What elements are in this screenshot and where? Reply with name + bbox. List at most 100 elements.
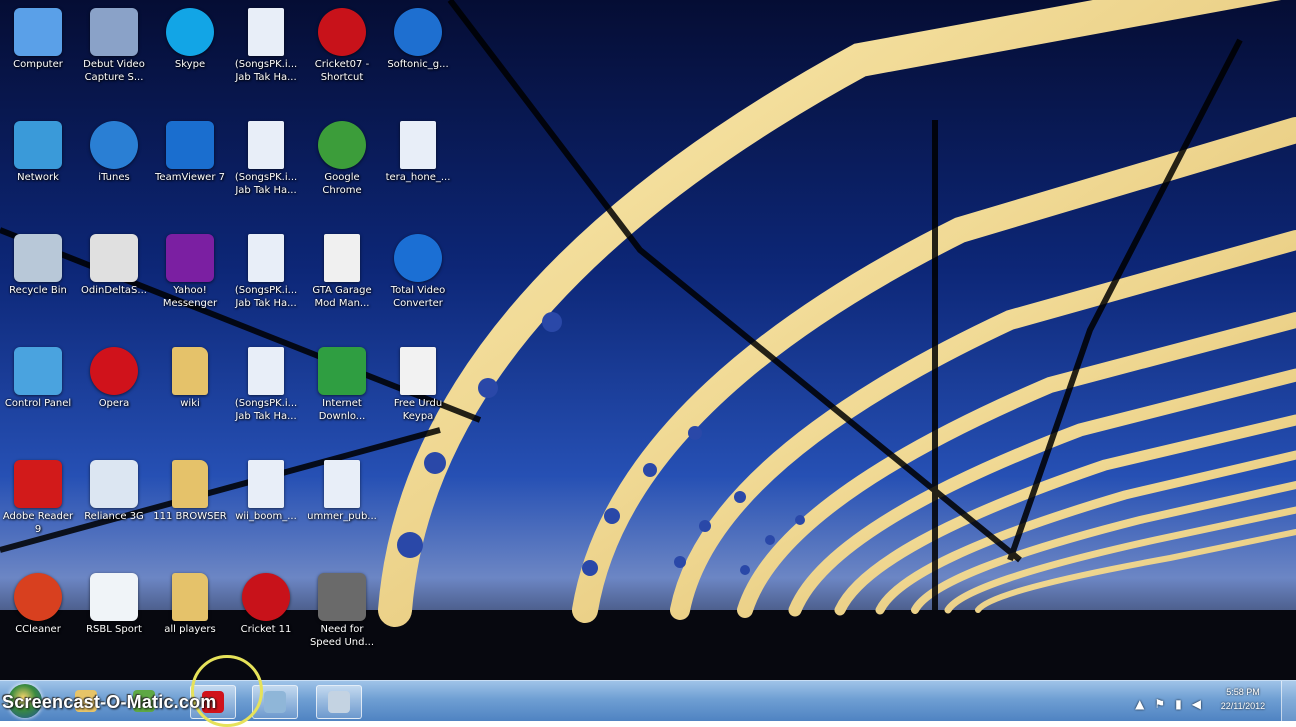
desktop-icon[interactable]: CCleaner xyxy=(0,567,76,675)
desktop-icon-label: iTunes xyxy=(98,172,130,183)
computer-icon xyxy=(14,8,62,56)
teamviewer-icon xyxy=(166,121,214,169)
desktop-icon-label: Internet Downlo... xyxy=(318,398,366,422)
songspk-file-icon xyxy=(248,121,284,169)
adobe-reader-icon xyxy=(14,460,62,508)
desktop-icon[interactable]: Softonic_g... xyxy=(380,2,456,110)
media-file-icon xyxy=(400,121,436,169)
desktop-icon[interactable]: 111 BROWSER xyxy=(152,454,228,562)
desktop-icon-label: (SongsPK.i... Jab Tak Ha... xyxy=(234,172,298,196)
folder-icon xyxy=(172,573,208,621)
desktop-icon-label: (SongsPK.i... Jab Tak Ha... xyxy=(234,398,298,422)
desktop-icon-label: 111 BROWSER xyxy=(153,511,227,522)
show-desktop-button[interactable] xyxy=(1281,681,1296,721)
desktop-icon-label: Cricket 11 xyxy=(240,624,292,635)
desktop-icon[interactable]: Control Panel xyxy=(0,341,76,449)
desktop-icon-label: Network xyxy=(17,172,59,183)
control-panel-icon xyxy=(14,347,62,395)
desktop-icon-label: wii_boom_... xyxy=(235,511,297,522)
desktop-icon-label: wiki xyxy=(180,398,200,409)
chrome-icon xyxy=(318,121,366,169)
network-tray-icon[interactable]: ▮ xyxy=(1175,697,1182,711)
desktop-icon-label: ummer_pub... xyxy=(307,511,377,522)
desktop-icon-label: GTA Garage Mod Man... xyxy=(312,285,372,309)
ccleaner-icon xyxy=(14,573,62,621)
desktop-icon-label: RSBL Sport xyxy=(86,624,142,635)
desktop-icon-label: Computer xyxy=(13,59,63,70)
show-hidden-icons-icon[interactable]: ▲ xyxy=(1135,697,1144,711)
cricket-ball-icon xyxy=(318,8,366,56)
desktop-icon[interactable]: Network xyxy=(0,115,76,223)
clock-date: 22/11/2012 xyxy=(1220,701,1266,711)
desktop-icon[interactable]: Skype xyxy=(152,2,228,110)
desktop-icon[interactable]: Free Urdu Keypa xyxy=(380,341,456,449)
softonic-icon xyxy=(394,8,442,56)
desktop-icon-label: Total Video Converter xyxy=(390,285,446,309)
desktop-icon-label: all players xyxy=(164,624,216,635)
yahoo-messenger-icon xyxy=(166,234,214,282)
desktop-icon[interactable]: Google Chrome xyxy=(304,115,380,223)
reliance-3g-icon xyxy=(90,460,138,508)
desktop-icon-label: Cricket07 - Shortcut xyxy=(314,59,370,83)
desktop-icon[interactable]: tera_hone_... xyxy=(380,115,456,223)
desktop-icon[interactable]: Yahoo! Messenger xyxy=(152,228,228,336)
desktop: Computer Debut Video Capture S... Skype (So… xyxy=(0,0,1296,680)
desktop-icon[interactable]: wii_boom_... xyxy=(228,454,304,562)
desktop-icon[interactable]: all players xyxy=(152,567,228,675)
taskbar-button[interactable] xyxy=(252,685,298,719)
desktop-icon-label: Control Panel xyxy=(4,398,72,409)
media-file-icon xyxy=(324,460,360,508)
debut-video-icon xyxy=(90,8,138,56)
volume-icon[interactable]: ◀ xyxy=(1192,697,1201,711)
desktop-icon[interactable]: OdinDeltaS... xyxy=(76,228,152,336)
desktop-icon[interactable]: GTA Garage Mod Man... xyxy=(304,228,380,336)
desktop-icon[interactable]: (SongsPK.i... Jab Tak Ha... xyxy=(228,115,304,223)
video-converter-icon xyxy=(394,234,442,282)
recycle-bin-icon xyxy=(14,234,62,282)
desktop-icon[interactable]: Need for Speed Und... xyxy=(304,567,380,675)
desktop-icon[interactable]: (SongsPK.i... Jab Tak Ha... xyxy=(228,2,304,110)
folder-icon xyxy=(172,460,208,508)
desktop-icon[interactable]: wiki xyxy=(152,341,228,449)
folder-icon xyxy=(172,347,208,395)
desktop-icon-label: TeamViewer 7 xyxy=(155,172,225,183)
desktop-icon[interactable]: TeamViewer 7 xyxy=(152,115,228,223)
desktop-icon[interactable]: ummer_pub... xyxy=(304,454,380,562)
itunes-icon xyxy=(90,121,138,169)
songspk-file-icon xyxy=(248,8,284,56)
network-icon xyxy=(14,121,62,169)
skype-icon xyxy=(166,8,214,56)
rsbl-sport-icon xyxy=(90,573,138,621)
desktop-icon[interactable]: RSBL Sport xyxy=(76,567,152,675)
desktop-icon-label: Google Chrome xyxy=(322,172,362,196)
desktop-icon[interactable]: Opera xyxy=(76,341,152,449)
desktop-icon[interactable]: Cricket07 - Shortcut xyxy=(304,2,380,110)
desktop-icon[interactable]: Internet Downlo... xyxy=(304,341,380,449)
songspk-file-icon xyxy=(248,347,284,395)
recording-window-icon xyxy=(264,691,286,713)
desktop-icon[interactable]: Reliance 3G xyxy=(76,454,152,562)
desktop-icon-label: Opera xyxy=(98,398,130,409)
desktop-icon[interactable]: Total Video Converter xyxy=(380,228,456,336)
taskbar-button[interactable] xyxy=(316,685,362,719)
desktop-icon-label: (SongsPK.i... Jab Tak Ha... xyxy=(234,285,298,309)
desktop-icon[interactable]: (SongsPK.i... Jab Tak Ha... xyxy=(228,228,304,336)
desktop-icon-label: Yahoo! Messenger xyxy=(162,285,218,309)
desktop-icon-label: CCleaner xyxy=(15,624,61,635)
desktop-icon[interactable]: Debut Video Capture S... xyxy=(76,2,152,110)
taskbar-clock[interactable]: 5:58 PM 22/11/2012 xyxy=(1212,685,1274,713)
action-center-flag-icon[interactable]: ⚑ xyxy=(1154,697,1165,711)
desktop-icon[interactable]: Cricket 11 xyxy=(228,567,304,675)
desktop-icon-label: Free Urdu Keypa xyxy=(393,398,443,422)
desktop-icon[interactable]: Recycle Bin xyxy=(0,228,76,336)
app-window-icon xyxy=(400,347,436,395)
desktop-icon-label: (SongsPK.i... Jab Tak Ha... xyxy=(234,59,298,83)
desktop-icon[interactable]: Adobe Reader 9 xyxy=(0,454,76,562)
desktop-icon-label: Debut Video Capture S... xyxy=(83,59,145,83)
odin-icon xyxy=(90,234,138,282)
desktop-icon[interactable]: iTunes xyxy=(76,115,152,223)
desktop-icon[interactable]: (SongsPK.i... Jab Tak Ha... xyxy=(228,341,304,449)
desktop-icon[interactable]: Computer xyxy=(0,2,76,110)
notification-area: ▲ ⚑ ▮ ◀ xyxy=(1130,693,1206,711)
desktop-icon-label: Recycle Bin xyxy=(9,285,67,296)
